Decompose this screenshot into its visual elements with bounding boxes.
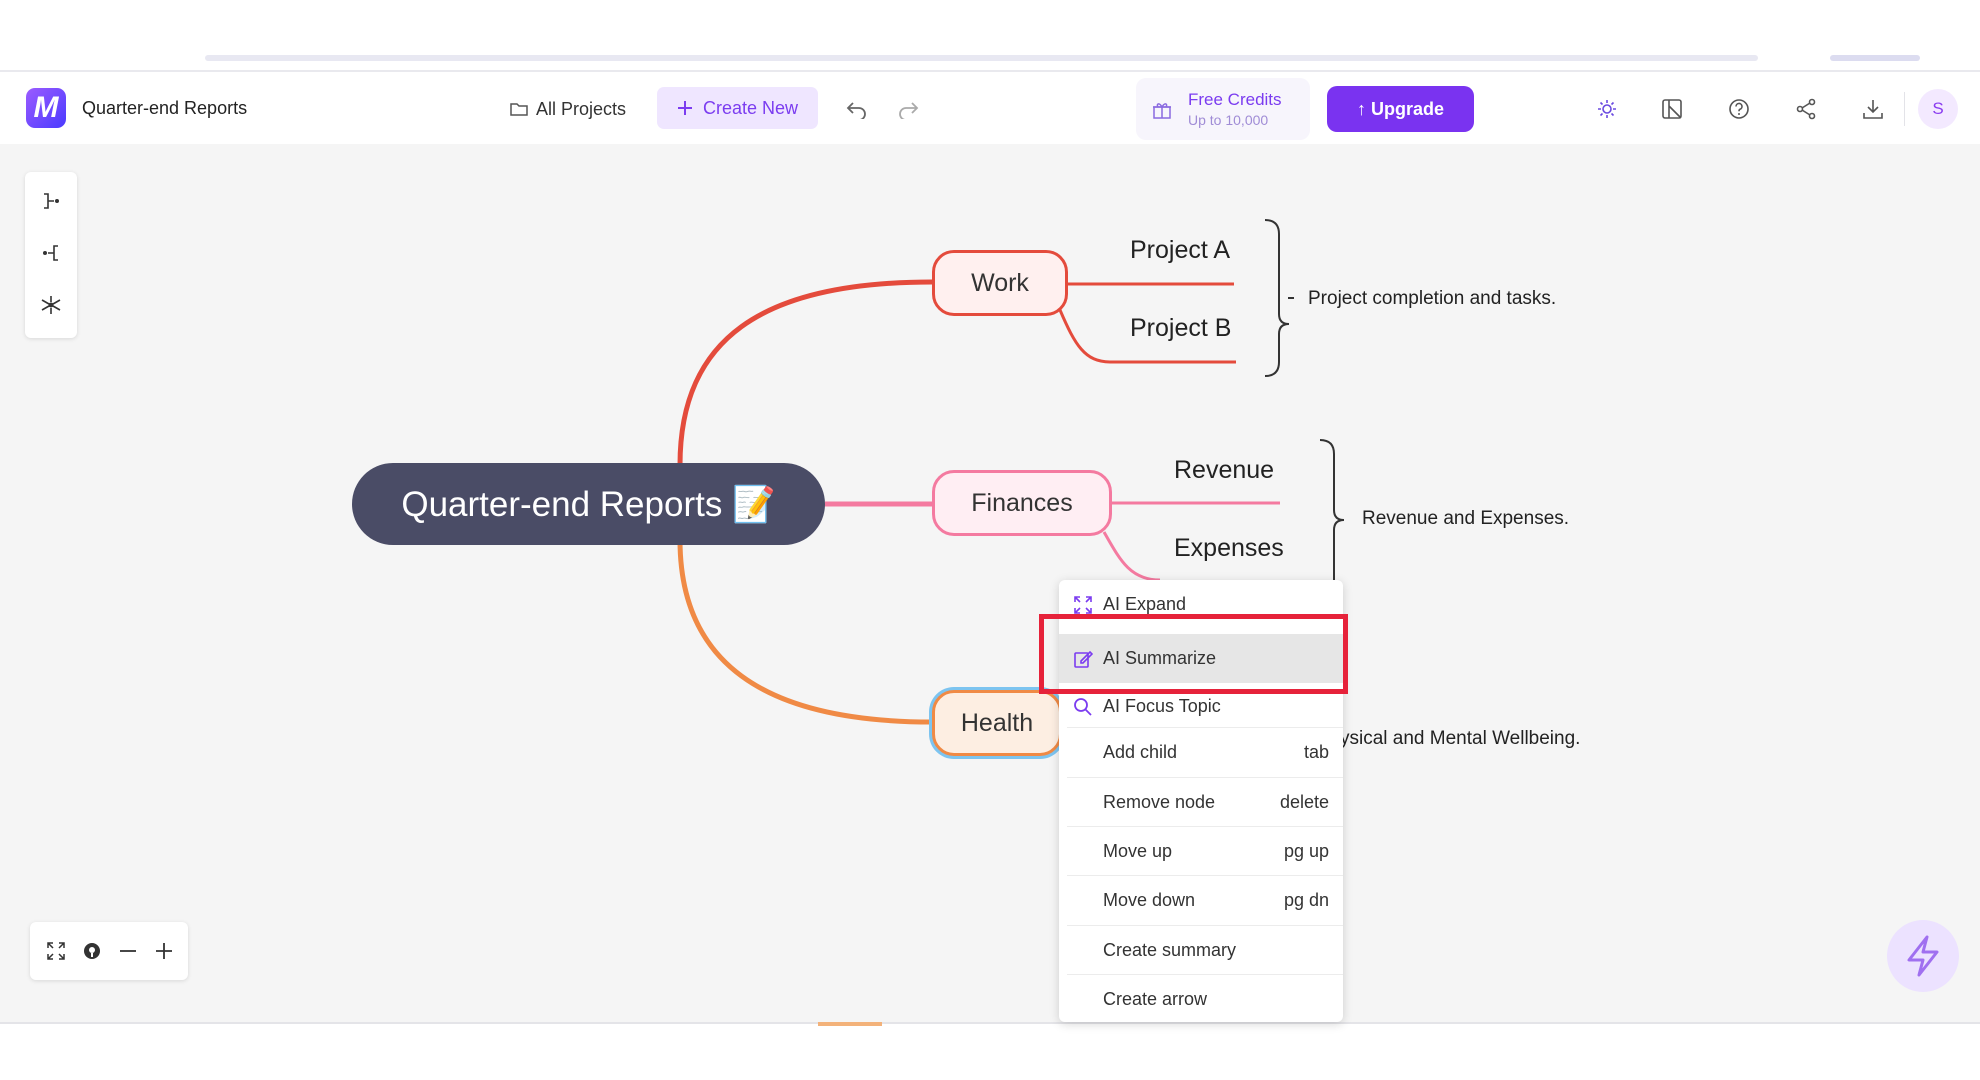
menu-item-label: AI Expand — [1103, 594, 1187, 614]
leaf-node-project-b[interactable]: Project B — [1130, 314, 1231, 343]
menu-item-move-down[interactable]: Move down pg dn — [1059, 876, 1343, 925]
bottom-strip — [0, 1022, 1980, 1080]
branch-node-finances[interactable]: Finances — [932, 470, 1112, 536]
branch-node-work[interactable]: Work — [932, 250, 1068, 316]
menu-item-move-up[interactable]: Move up pg up — [1059, 827, 1343, 876]
menu-item-add-child[interactable]: Add child tab — [1059, 728, 1343, 777]
leaf-node-project-a[interactable]: Project A — [1130, 236, 1230, 265]
fullscreen-icon — [47, 942, 65, 960]
radial-layout-icon — [41, 296, 61, 314]
summary-finances[interactable]: Revenue and Expenses. — [1362, 508, 1569, 530]
right-layout-button[interactable] — [38, 188, 64, 214]
branch-node-health[interactable]: Health — [932, 690, 1062, 756]
locate-button[interactable] — [78, 937, 106, 965]
location-icon — [84, 943, 100, 959]
bracket-finances — [1319, 439, 1345, 580]
menu-item-shortcut: delete — [1279, 792, 1329, 812]
menu-item-label: Move down — [1103, 890, 1196, 910]
scroll-indicator — [818, 1022, 882, 1026]
menu-item-create-arrow[interactable]: Create arrow — [1059, 975, 1343, 1022]
layout-toolbar — [25, 172, 77, 338]
leaf-node-expenses[interactable]: Expenses — [1174, 534, 1284, 563]
menu-item-shortcut: pg up — [1283, 841, 1329, 861]
right-layout-icon — [44, 193, 59, 209]
menu-item-create-summary[interactable]: Create summary — [1059, 926, 1343, 975]
lightning-icon — [1907, 935, 1939, 977]
menu-item-label: Create summary — [1103, 940, 1237, 960]
menu-item-label: Move up — [1103, 841, 1173, 861]
zoom-out-button[interactable] — [114, 937, 142, 965]
connector-expenses — [1102, 531, 1161, 582]
leaf-node-revenue[interactable]: Revenue — [1174, 456, 1274, 485]
minus-icon — [120, 950, 136, 952]
bracket-work — [1264, 219, 1290, 377]
root-node[interactable]: Quarter-end Reports 📝 — [352, 463, 825, 545]
search-icon — [1074, 698, 1092, 716]
highlight-box — [1039, 614, 1348, 694]
connector-work — [677, 279, 933, 466]
expand-icon — [1074, 596, 1092, 614]
menu-item-remove-node[interactable]: Remove node delete — [1059, 778, 1343, 827]
menu-item-shortcut: tab — [1303, 742, 1329, 762]
left-layout-icon — [43, 245, 58, 261]
zoom-toolbar — [30, 922, 188, 980]
menu-item-label: AI Focus Topic — [1103, 696, 1221, 716]
bottom-divider — [0, 1022, 1980, 1024]
mindmap-connectors — [677, 219, 1345, 725]
connector-health — [677, 539, 933, 725]
radial-layout-button[interactable] — [38, 292, 64, 318]
zoom-in-button[interactable] — [150, 937, 178, 965]
summary-work[interactable]: Project completion and tasks. — [1308, 288, 1556, 310]
menu-item-label: Add child — [1103, 742, 1178, 762]
left-layout-button[interactable] — [38, 240, 64, 266]
ai-assistant-button[interactable] — [1887, 920, 1959, 992]
menu-item-shortcut: pg dn — [1283, 890, 1329, 910]
fit-screen-button[interactable] — [42, 937, 70, 965]
menu-item-label: Remove node — [1103, 792, 1216, 812]
summary-health[interactable]: ysical and Mental Wellbeing. — [1340, 728, 1580, 750]
plus-icon — [156, 943, 172, 959]
menu-item-label: Create arrow — [1103, 989, 1208, 1009]
